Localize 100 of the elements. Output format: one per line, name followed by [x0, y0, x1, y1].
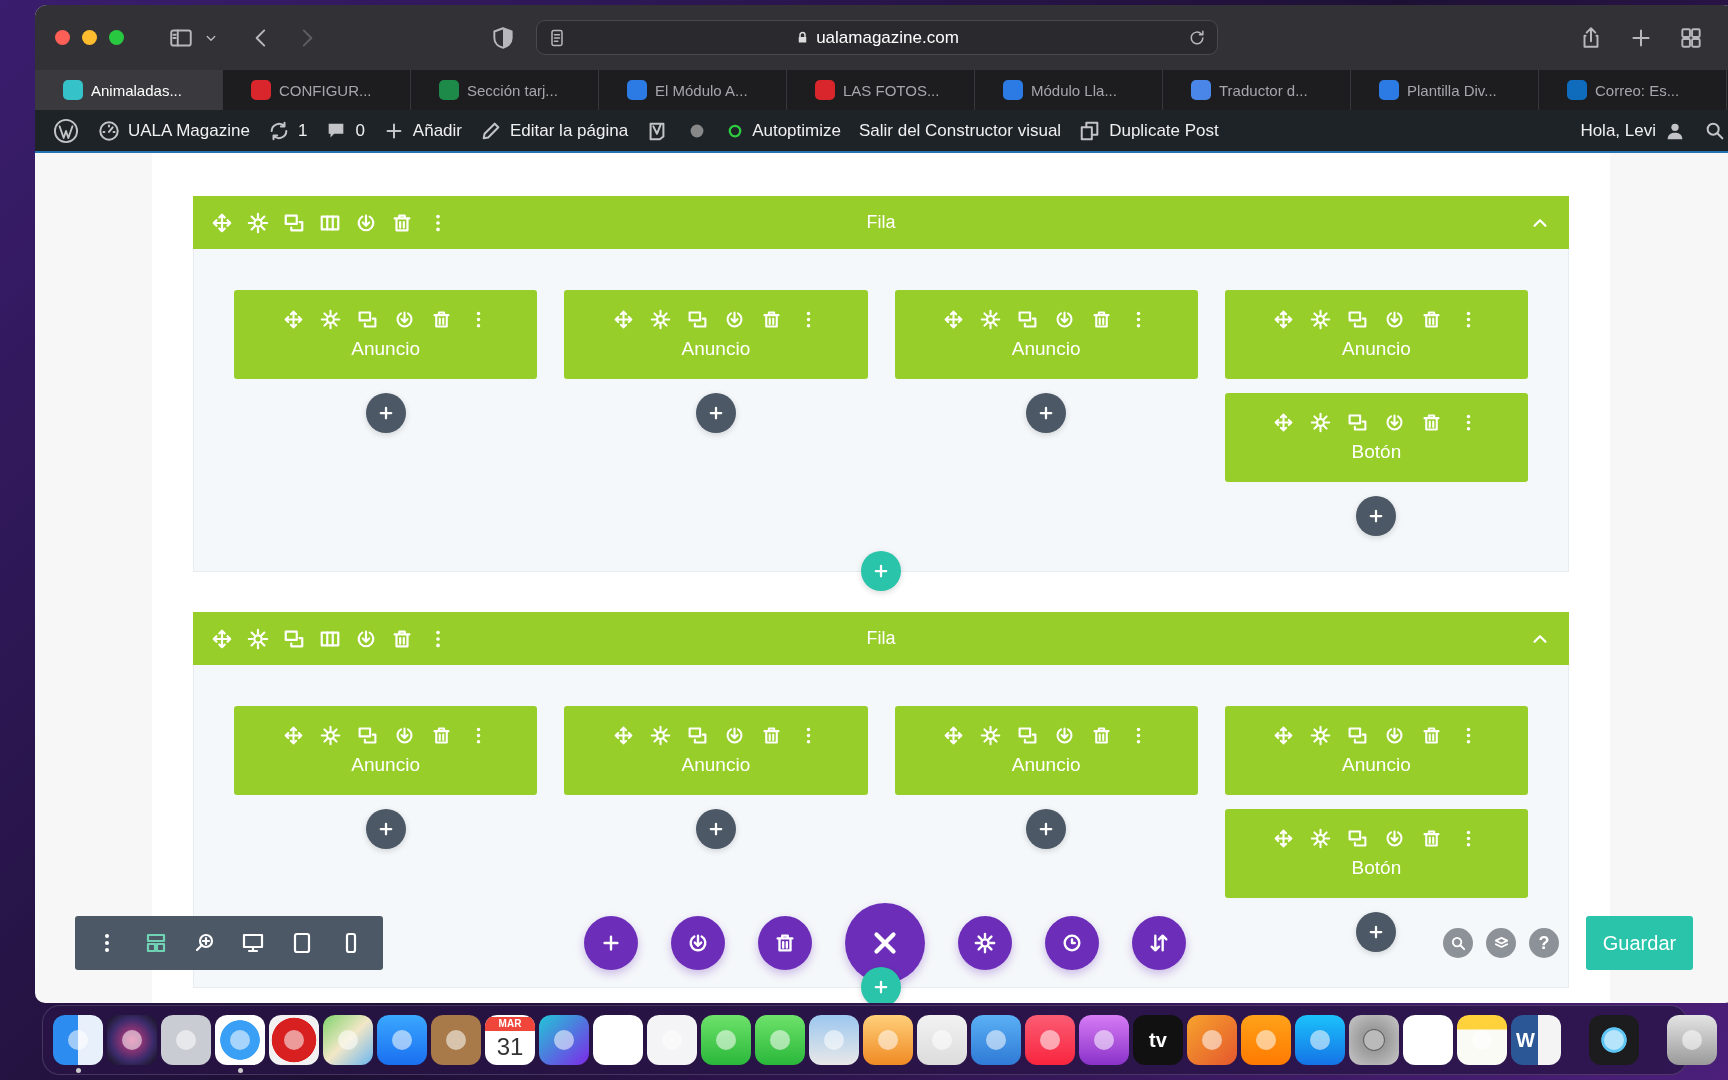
duplicate-icon[interactable]	[1347, 412, 1369, 433]
app-icon[interactable]	[1349, 1015, 1399, 1065]
zoom-window-button[interactable]	[109, 30, 124, 45]
app-icon[interactable]	[1025, 1015, 1075, 1065]
plus-icon	[872, 978, 890, 996]
admin-bar-item[interactable]: 1	[258, 110, 317, 151]
settings-icon[interactable]	[319, 309, 341, 330]
duplicate-icon[interactable]	[1347, 309, 1369, 330]
app-icon[interactable]	[215, 1015, 265, 1065]
add-module-button[interactable]	[1356, 496, 1397, 536]
browser-tab[interactable]: Animaladas...	[35, 70, 223, 110]
duplicate-icon[interactable]	[1017, 309, 1039, 330]
app-icon[interactable]	[593, 1015, 643, 1065]
app-icon[interactable]	[1667, 1015, 1717, 1065]
settings-icon[interactable]	[1310, 725, 1332, 746]
app-icon[interactable]	[809, 1015, 859, 1065]
app-icon[interactable]	[107, 1015, 157, 1065]
add-module-button[interactable]	[695, 809, 736, 849]
duplicate-icon[interactable]	[356, 725, 378, 746]
add-module-button[interactable]	[1026, 809, 1067, 849]
duplicate-icon[interactable]	[686, 725, 708, 746]
add-module-button[interactable]	[365, 393, 406, 433]
admin-bar-item[interactable]: Duplicate Post	[1070, 110, 1228, 151]
app-icon[interactable]	[917, 1015, 967, 1065]
add-module-button[interactable]	[695, 393, 736, 433]
admin-bar-item[interactable]: Autoptimize	[717, 110, 850, 151]
duplicate-icon[interactable]	[686, 309, 708, 330]
app-icon[interactable]	[755, 1015, 805, 1065]
app-icon[interactable]	[323, 1015, 373, 1065]
settings-icon[interactable]	[319, 725, 341, 746]
move-icon[interactable]	[211, 627, 233, 650]
settings-icon	[974, 932, 996, 954]
close-window-button[interactable]	[55, 30, 70, 45]
app-icon[interactable]: W	[1511, 1015, 1561, 1065]
app-icon[interactable]	[1187, 1015, 1237, 1065]
settings-icon[interactable]	[1310, 309, 1332, 330]
app-icon[interactable]	[1589, 1015, 1639, 1065]
add-row-button[interactable]	[861, 967, 901, 1003]
app-icon[interactable]	[1295, 1015, 1345, 1065]
sort-icon	[1148, 932, 1170, 954]
settings-icon[interactable]	[980, 309, 1002, 330]
app-icon[interactable]	[1079, 1015, 1129, 1065]
desktop-icon[interactable]	[241, 931, 266, 955]
plus-icon	[872, 562, 890, 580]
account-menu[interactable]: Hola, Levi	[1571, 110, 1695, 151]
save-icon	[687, 932, 709, 954]
minimize-window-button[interactable]	[82, 30, 97, 45]
wordpress-logo-icon[interactable]	[52, 116, 80, 145]
settings-icon[interactable]	[980, 725, 1002, 746]
admin-bar-item[interactable]: Añadir	[373, 110, 471, 151]
duplicate-icon[interactable]	[1017, 725, 1039, 746]
address-field[interactable]: ualamagazine.com	[536, 20, 1218, 55]
app-icon[interactable]	[431, 1015, 481, 1065]
add-module-button[interactable]	[365, 809, 406, 849]
app-icon[interactable]	[161, 1015, 211, 1065]
app-icon[interactable]: MAR 31	[485, 1015, 535, 1065]
app-icon[interactable]	[863, 1015, 913, 1065]
move-icon[interactable]	[1273, 412, 1295, 433]
shield-icon[interactable]	[490, 24, 516, 51]
app-icon[interactable]	[647, 1015, 697, 1065]
wireframe-icon[interactable]	[144, 931, 168, 955]
app-icon[interactable]	[539, 1015, 589, 1065]
admin-bar-item[interactable]: 0	[316, 110, 374, 151]
add-module-button[interactable]	[1356, 912, 1397, 952]
duplicate-icon[interactable]	[1347, 828, 1369, 849]
duplicate-icon[interactable]	[356, 309, 378, 330]
move-icon[interactable]	[612, 309, 634, 330]
app-icon[interactable]	[1241, 1015, 1291, 1065]
settings-icon[interactable]	[247, 627, 269, 650]
settings-icon[interactable]	[1310, 412, 1332, 433]
row-title: Fila	[866, 212, 896, 233]
move-icon[interactable]	[943, 309, 965, 330]
settings-icon[interactable]	[1310, 828, 1332, 849]
app-icon[interactable]	[1457, 1015, 1507, 1065]
calendar-month: MAR	[485, 1017, 535, 1031]
move-icon[interactable]	[282, 725, 304, 746]
app-icon[interactable]	[971, 1015, 1021, 1065]
admin-bar-item[interactable]: UALA Magazine	[89, 110, 259, 151]
move-icon[interactable]	[282, 309, 304, 330]
move-icon[interactable]	[1273, 828, 1295, 849]
app-icon[interactable]: tv	[1133, 1015, 1183, 1065]
settings-icon[interactable]	[649, 309, 671, 330]
add-module-button[interactable]	[1026, 393, 1067, 433]
admin-bar-item[interactable]: Salir del Constructor visual	[849, 110, 1071, 151]
move-icon[interactable]	[1273, 725, 1295, 746]
admin-bar-item[interactable]: Editar la página	[471, 110, 638, 151]
move-icon[interactable]	[612, 725, 634, 746]
app-icon[interactable]	[377, 1015, 427, 1065]
app-icon[interactable]	[269, 1015, 319, 1065]
move-icon[interactable]	[943, 725, 965, 746]
move-icon[interactable]	[1273, 309, 1295, 330]
settings-icon[interactable]	[247, 211, 269, 234]
duplicate-icon[interactable]	[1347, 725, 1369, 746]
module-title: Anuncio	[1011, 338, 1081, 360]
app-icon[interactable]	[701, 1015, 751, 1065]
app-icon[interactable]	[1403, 1015, 1453, 1065]
app-icon[interactable]	[53, 1015, 103, 1065]
move-icon[interactable]	[211, 211, 233, 234]
url-text: ualamagazine.com	[816, 27, 959, 48]
settings-icon[interactable]	[649, 725, 671, 746]
